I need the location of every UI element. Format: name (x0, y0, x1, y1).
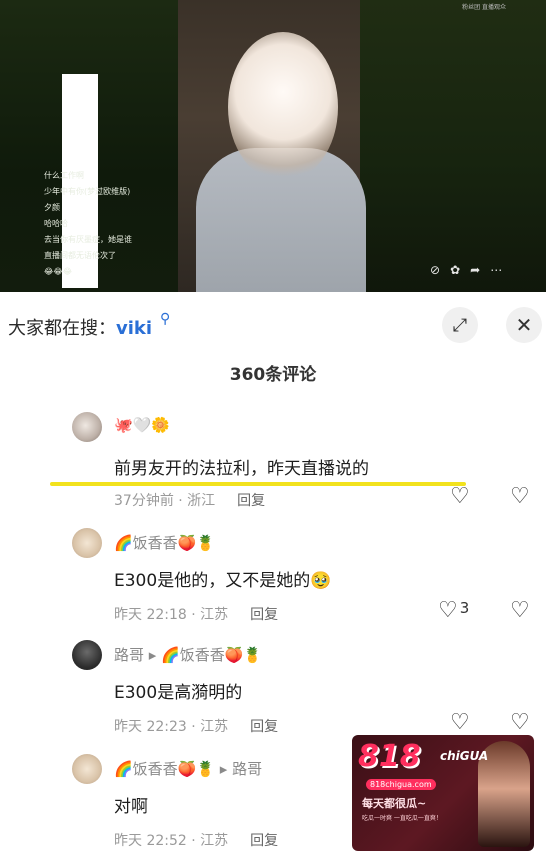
share-icon[interactable]: ⊘ (430, 263, 450, 277)
video-right-panel (360, 0, 546, 292)
live-comment: 😂😂😂 (44, 267, 73, 276)
comment-text: E300是他的，又不是她的🥹 (114, 571, 332, 591)
search-prefix: 大家都在搜： (8, 318, 116, 339)
like-button[interactable]: ♡ 3 (438, 598, 469, 623)
expand-button[interactable]: ⤢ (442, 307, 478, 343)
live-comment: 什么工作啊 (44, 171, 84, 180)
heart-outline-icon: ♡ (438, 598, 458, 623)
search-suggestion-row: 大家都在搜：viki ⚲ ⤢ ✕ (0, 300, 546, 350)
search-suggestion[interactable]: 大家都在搜：viki (8, 314, 152, 340)
ad-url: 818chigua.com (366, 779, 436, 790)
search-icon[interactable]: ⚲ (160, 311, 170, 327)
dislike-button[interactable]: ♡ (510, 598, 530, 623)
comment-time: 昨天 22:18 · 江苏 (114, 607, 229, 623)
like-button[interactable]: ♡ (450, 710, 472, 735)
live-comment: 哈哈哈 (44, 219, 68, 228)
reply-button[interactable]: 回复 (250, 833, 278, 849)
ad-brand: chiGUA (440, 749, 489, 763)
ad-slogan: 每天都很瓜~ (362, 797, 427, 810)
dislike-button[interactable]: ♡ (510, 710, 530, 735)
more-icon[interactable]: ⋯ (490, 263, 512, 277)
comment-time: 昨天 22:23 · 江苏 (114, 719, 229, 735)
comment-meta: 37分钟前 · 浙江 回复 (114, 490, 265, 510)
dislike-button[interactable]: ♡ (510, 484, 530, 509)
reply-button[interactable]: 回复 (250, 607, 278, 623)
comment-count: 360条评论 (229, 365, 317, 385)
avatar[interactable] (72, 754, 102, 784)
expand-icon: ⤢ (452, 314, 468, 336)
reply-button[interactable]: 回复 (237, 493, 265, 509)
heart-outline-icon: ♡ (450, 710, 470, 735)
live-comment-feed: 什么工作啊 少年中有你(梦过欧维版) 夕颜 哈哈哈 去当你有厌墨症，她是谁 直播… (44, 168, 204, 280)
avatar[interactable] (72, 528, 102, 558)
video-player[interactable]: 粉丝团 直播观众 什么工作啊 少年中有你(梦过欧维版) 夕颜 哈哈哈 去当你有厌… (0, 0, 546, 292)
ad-tagline: 吃瓜一时爽 一直吃瓜一直爽！ (362, 815, 442, 822)
streamer-face-blurred (228, 32, 338, 182)
live-comment: 夕颜 (44, 203, 60, 212)
forward-icon[interactable]: ➦ (470, 263, 490, 277)
comment-author[interactable]: 🐙🤍🌼 (114, 416, 170, 434)
comment-author[interactable]: 路哥 ▸ 🌈饭香香🍑🍍 (114, 644, 262, 665)
broken-heart-icon: ♡ (510, 710, 530, 735)
avatar[interactable] (72, 640, 102, 670)
watermark-ad[interactable]: 818 chiGUA 818chigua.com 每天都很瓜~ 吃瓜一时爽 一直… (352, 735, 534, 851)
comment-time: 昨天 22:52 · 江苏 (114, 833, 229, 849)
comment-text: 前男友开的法拉利，昨天直播说的 (114, 459, 369, 479)
video-controls: ⊘✿➦⋯ (430, 263, 512, 277)
comment-author[interactable]: 🌈饭香香🍑🍍 (114, 532, 215, 553)
video-corner-label: 粉丝团 直播观众 (462, 4, 506, 11)
comment-meta: 昨天 22:23 · 江苏 回复 (114, 716, 278, 736)
author-badges: 🐙🤍🌼 (114, 416, 171, 434)
avatar[interactable] (72, 412, 102, 442)
like-button[interactable]: ♡ (450, 484, 472, 509)
comment-text: 对啊 (114, 797, 148, 817)
comment-time: 37分钟前 · 浙江 (114, 493, 216, 509)
broken-heart-icon: ♡ (510, 598, 530, 623)
comment-meta: 昨天 22:18 · 江苏 回复 (114, 604, 278, 624)
like-count: 3 (459, 599, 470, 617)
heart-outline-icon: ♡ (450, 484, 470, 509)
close-icon: ✕ (515, 313, 533, 337)
live-comment: 直播间都无语伦次了 (44, 251, 116, 260)
close-button[interactable]: ✕ (506, 307, 542, 343)
gift-icon[interactable]: ✿ (450, 263, 470, 277)
ad-logo: 818 (358, 739, 421, 774)
live-comment: 少年中有你(梦过欧维版) (44, 187, 131, 196)
search-term[interactable]: viki (116, 318, 152, 339)
comment-author[interactable]: 🌈饭香香🍑🍍 ▸ 路哥 (114, 758, 262, 779)
comment-text: E300是高漪明的 (114, 683, 243, 703)
live-comment: 去当你有厌墨症，她是谁 (44, 235, 132, 244)
highlight-underline (50, 482, 466, 486)
broken-heart-icon: ♡ (510, 484, 530, 509)
comment-meta: 昨天 22:52 · 江苏 回复 (114, 830, 278, 850)
reply-button[interactable]: 回复 (250, 719, 278, 735)
